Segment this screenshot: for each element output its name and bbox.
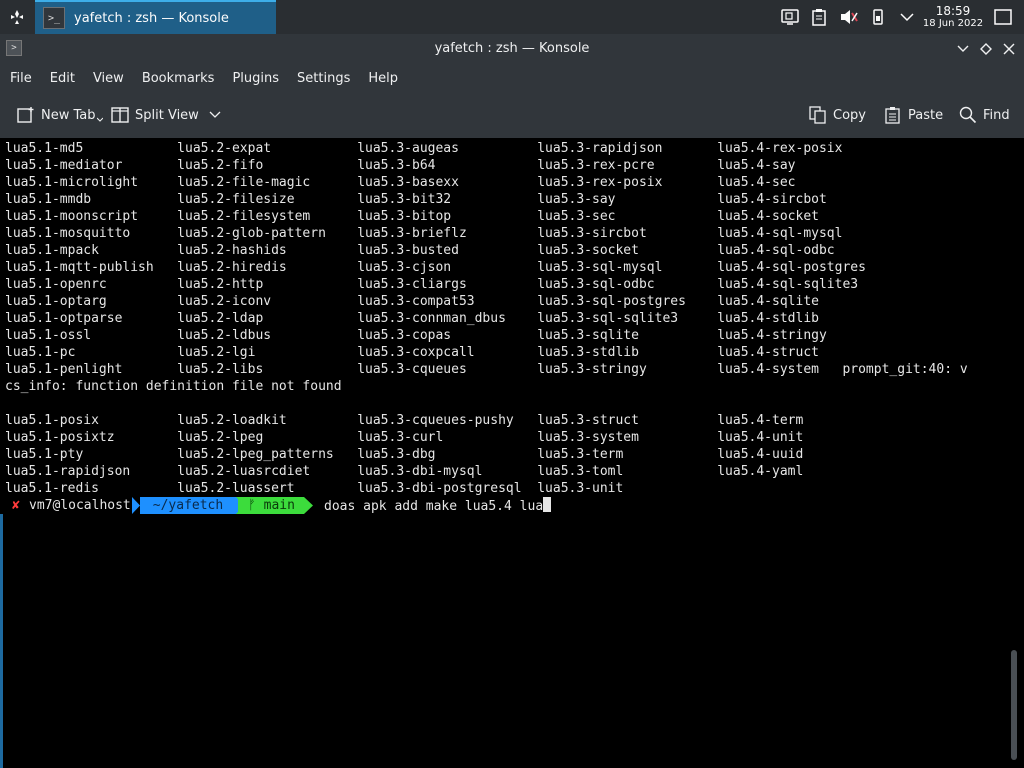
menubar: File Edit View Bookmarks Plugins Setting… <box>0 64 1024 92</box>
taskbar-task-label: yafetch : zsh — Konsole <box>74 10 229 26</box>
chevron-down-icon <box>209 111 221 118</box>
clipboard-icon <box>812 9 826 26</box>
copy-label: Copy <box>833 107 866 123</box>
prompt-separator-arrow <box>132 497 140 514</box>
text-cursor <box>543 497 552 512</box>
network-monitor-button[interactable] <box>779 0 801 34</box>
diamond-icon <box>980 43 992 55</box>
close-icon <box>1003 43 1015 55</box>
paste-label: Paste <box>908 107 944 123</box>
dropdown-indicator-icon <box>96 117 103 122</box>
clock[interactable]: 18:59 18 Jun 2022 <box>918 5 988 29</box>
menu-settings[interactable]: Settings <box>297 71 350 86</box>
keep-above-button[interactable] <box>978 41 994 57</box>
new-tab-icon <box>17 107 34 123</box>
clipboard-button[interactable] <box>809 0 829 34</box>
minimize-button[interactable] <box>955 41 971 57</box>
terminal-output: lua5.1-md5 lua5.2-expat lua5.3-augeas lu… <box>5 141 968 496</box>
volume-muted-icon <box>841 10 858 24</box>
menu-bookmarks[interactable]: Bookmarks <box>142 71 215 86</box>
window-title: yafetch : zsh — Konsole <box>434 41 590 56</box>
split-view-icon <box>111 107 129 123</box>
taskbar: >_ yafetch : zsh — Konsole 18:59 18 Jun … <box>0 0 1024 34</box>
terminal-view[interactable]: lua5.1-md5 lua5.2-expat lua5.3-augeas lu… <box>0 138 1024 768</box>
copy-button[interactable]: Copy <box>809 104 866 126</box>
copy-icon <box>809 106 826 124</box>
device-icon <box>873 9 883 25</box>
prompt-command: doas apk add make lua5.4 lua <box>324 499 544 514</box>
menu-plugins[interactable]: Plugins <box>232 71 279 86</box>
new-tab-button[interactable]: New Tab <box>17 104 103 126</box>
new-tab-label: New Tab <box>41 107 96 123</box>
show-desktop-button[interactable] <box>993 0 1013 34</box>
prompt-error-status: ✘ <box>12 498 20 513</box>
terminal-scrollbar[interactable] <box>1011 650 1017 760</box>
minimize-icon <box>957 45 969 52</box>
volume-button[interactable] <box>838 0 860 34</box>
device-button[interactable] <box>870 0 886 34</box>
close-button[interactable] <box>1001 41 1017 57</box>
chevron-down-icon <box>900 13 914 22</box>
prompt-user-host: vm7@localhost <box>29 498 131 513</box>
split-view-button[interactable]: Split View <box>111 104 227 126</box>
clock-date: 18 Jun 2022 <box>922 18 984 29</box>
prompt-directory: ~/yafetch <box>140 497 236 514</box>
find-label: Find <box>983 107 1010 123</box>
find-button[interactable]: Find <box>959 104 1010 126</box>
tray-expand-button[interactable] <box>898 0 916 34</box>
kde-launcher-icon <box>11 10 23 24</box>
prompt-command-input[interactable]: doas apk add make lua5.4 lua <box>324 497 552 514</box>
menu-edit[interactable]: Edit <box>50 71 75 86</box>
show-desktop-icon <box>994 9 1012 25</box>
window-titlebar[interactable]: > yafetch : zsh — Konsole <box>0 34 1024 64</box>
konsole-icon: >_ <box>43 7 65 29</box>
paste-icon <box>885 107 900 124</box>
split-view-label: Split View <box>135 107 199 123</box>
search-icon <box>959 106 977 124</box>
prompt-git-branch: ᚠ main <box>238 497 304 514</box>
clock-time: 18:59 <box>935 4 971 18</box>
network-monitor-icon <box>781 9 799 25</box>
terminal-focus-accent <box>0 514 3 768</box>
application-launcher-button[interactable] <box>6 6 28 28</box>
menu-help[interactable]: Help <box>368 71 398 86</box>
taskbar-task-konsole[interactable]: >_ yafetch : zsh — Konsole <box>35 0 276 34</box>
menu-view[interactable]: View <box>93 71 124 86</box>
terminal-prompt: ✘ vm7@localhost ~/yafetch ᚠ main doas ap… <box>0 497 1024 514</box>
paste-button[interactable]: Paste <box>884 104 943 126</box>
prompt-separator-arrow <box>304 497 313 514</box>
menu-file[interactable]: File <box>10 71 32 86</box>
toolbar: New Tab Split View Copy Paste Find <box>0 92 1024 138</box>
